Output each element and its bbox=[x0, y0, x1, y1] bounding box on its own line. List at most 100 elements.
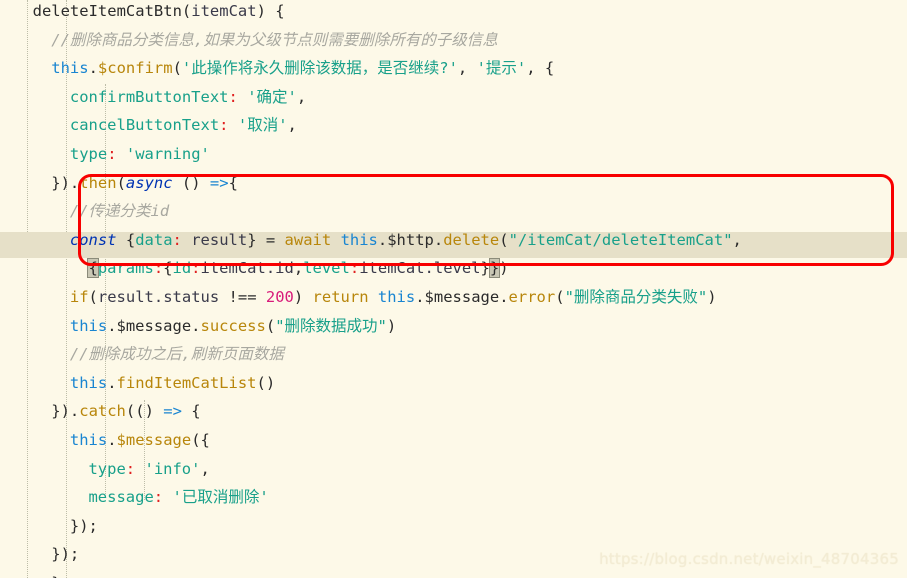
code-token: "删除商品分类失败" bbox=[564, 288, 708, 306]
code-token: }); bbox=[69, 516, 98, 535]
code-token: this bbox=[51, 59, 89, 78]
code-token: ( bbox=[499, 230, 509, 249]
code-token: level bbox=[303, 259, 350, 278]
code-token: . bbox=[107, 431, 117, 449]
code-line[interactable]: }).then(async () =>{ bbox=[51, 169, 238, 198]
code-line[interactable]: type: 'warning' bbox=[70, 140, 210, 169]
code-token: id bbox=[172, 259, 192, 278]
code-token: : bbox=[125, 459, 136, 478]
code-token: , bbox=[296, 87, 307, 106]
code-line[interactable]: this.$confirm('此操作将永久删除该数据，是否继续?', '提示',… bbox=[51, 54, 554, 83]
code-token: , { bbox=[526, 59, 555, 78]
code-token: .$message. bbox=[107, 316, 201, 335]
code-token: } bbox=[51, 574, 60, 578]
code-token: itemCat.level bbox=[359, 259, 481, 278]
code-token: }). bbox=[51, 402, 80, 421]
code-token: params bbox=[97, 259, 154, 278]
code-line[interactable]: deleteItemCatBtn(itemCat) { bbox=[33, 0, 285, 26]
code-token: : bbox=[107, 145, 117, 163]
code-token: '取消' bbox=[237, 116, 288, 135]
code-line[interactable]: if(result.status !== 200) return this.$m… bbox=[70, 283, 717, 312]
code-token: ) { bbox=[256, 2, 285, 20]
code-token: } = bbox=[247, 230, 285, 249]
code-token: itemCat.id bbox=[200, 259, 294, 278]
code-token: : bbox=[228, 87, 238, 106]
code-token: } bbox=[480, 259, 490, 278]
code-token: data bbox=[135, 230, 173, 249]
code-token: catch bbox=[79, 402, 126, 421]
code-token: ) bbox=[386, 316, 397, 335]
code-line[interactable]: this.$message({ bbox=[70, 426, 210, 455]
code-token: await bbox=[284, 230, 332, 249]
code-token: async bbox=[125, 173, 173, 192]
code-token: { bbox=[228, 173, 238, 192]
code-token: 'warning' bbox=[125, 145, 210, 163]
code-line[interactable]: } bbox=[51, 569, 60, 578]
code-line[interactable]: }).catch(() => { bbox=[51, 397, 200, 426]
indent-guide-1 bbox=[27, 0, 29, 578]
code-token: : bbox=[153, 488, 164, 507]
code-token: "删除数据成功" bbox=[275, 316, 387, 335]
code-line[interactable]: //传递分类id bbox=[70, 197, 169, 226]
code-token: //删除商品分类信息,如果为父级节点则需要删除所有的子级信息 bbox=[51, 30, 498, 49]
code-token: ( bbox=[116, 173, 126, 192]
code-token: '确定' bbox=[247, 87, 297, 106]
code-line[interactable]: message: '已取消删除' bbox=[88, 483, 268, 512]
code-token: { bbox=[181, 402, 201, 421]
code-token: ( bbox=[88, 288, 98, 306]
code-token: if bbox=[69, 288, 89, 306]
code-token: $confirm bbox=[97, 59, 173, 78]
code-token: .$message. bbox=[415, 288, 509, 306]
code-token: , bbox=[457, 59, 477, 78]
code-token: this bbox=[377, 288, 416, 306]
code-token: itemCat bbox=[191, 2, 257, 20]
matching-brace-highlight: { bbox=[87, 258, 99, 279]
code-token: { bbox=[163, 259, 173, 278]
code-token: , bbox=[293, 259, 304, 278]
code-token: , bbox=[200, 459, 210, 478]
code-token: $message bbox=[116, 431, 192, 449]
code-line[interactable]: type: 'info', bbox=[88, 455, 209, 484]
code-token: type bbox=[88, 459, 126, 478]
code-token: '提示' bbox=[476, 59, 527, 78]
code-line[interactable]: const {data: result} = await this.$http.… bbox=[70, 226, 742, 255]
code-line[interactable]: cancelButtonText: '取消', bbox=[70, 111, 297, 140]
code-line[interactable]: confirmButtonText: '确定', bbox=[70, 83, 306, 112]
code-token: ) bbox=[293, 288, 313, 306]
code-token: . bbox=[88, 59, 98, 78]
code-token: then bbox=[79, 173, 117, 192]
code-token: '已取消删除' bbox=[172, 488, 269, 507]
code-token: => bbox=[163, 402, 182, 421]
code-line[interactable]: this.findItemCatList() bbox=[70, 369, 275, 398]
code-token: , bbox=[287, 116, 297, 135]
code-token: ( bbox=[265, 316, 276, 335]
code-token: deleteItemCatBtn bbox=[32, 2, 182, 20]
code-token: : bbox=[349, 259, 360, 278]
code-token: ({ bbox=[191, 431, 210, 449]
code-line[interactable]: }); bbox=[70, 512, 98, 541]
code-token: }). bbox=[51, 173, 80, 192]
code-token: : bbox=[172, 230, 182, 249]
code-token: this bbox=[340, 230, 378, 249]
code-token: !== bbox=[219, 288, 266, 306]
code-token: ( bbox=[555, 288, 565, 306]
code-token: 'info' bbox=[144, 459, 201, 478]
code-token: //删除成功之后,刷新页面数据 bbox=[69, 345, 284, 364]
code-line[interactable]: this.$message.success("删除数据成功") bbox=[70, 312, 396, 341]
code-line[interactable]: //删除成功之后,刷新页面数据 bbox=[70, 340, 284, 369]
code-token: success bbox=[200, 316, 266, 335]
code-token: : bbox=[219, 116, 229, 135]
code-token: delete bbox=[443, 230, 500, 249]
code-editor-canvas[interactable]: deleteItemCatBtn(itemCat) {//删除商品分类信息,如果… bbox=[0, 0, 907, 578]
code-line[interactable]: {params:{id:itemCat.id,level:itemCat.lev… bbox=[87, 254, 509, 283]
code-line[interactable]: }); bbox=[51, 540, 79, 569]
code-token: confirmButtonText bbox=[69, 87, 229, 106]
code-token: : bbox=[191, 259, 201, 278]
code-token: error bbox=[508, 288, 556, 306]
code-token: ( bbox=[172, 59, 182, 78]
code-line[interactable]: //删除商品分类信息,如果为父级节点则需要删除所有的子级信息 bbox=[51, 26, 498, 55]
